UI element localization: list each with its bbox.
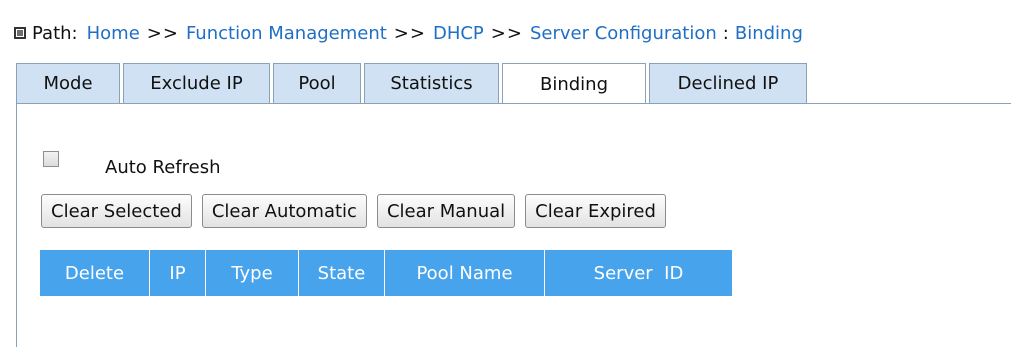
breadcrumb-dhcp[interactable]: DHCP	[433, 23, 484, 44]
dhcp-binding-page: Path: Home >> Function Management >> DHC…	[0, 0, 1011, 347]
binding-table-header: Delete IP Type State Pool Name Server ID	[40, 250, 732, 296]
tab-pool[interactable]: Pool	[273, 63, 361, 103]
column-header-type: Type	[206, 250, 299, 296]
path-label: Path:	[32, 22, 78, 44]
tab-exclude-ip[interactable]: Exclude IP	[123, 63, 270, 103]
breadcrumb-separator: >>	[146, 22, 179, 44]
breadcrumb: Path: Home >> Function Management >> DHC…	[14, 20, 803, 46]
auto-refresh-checkbox[interactable]	[43, 150, 59, 167]
column-header-server-id: Server ID	[593, 262, 684, 284]
content-frame-left-border	[16, 103, 17, 347]
breadcrumb-function-management[interactable]: Function Management	[186, 23, 387, 44]
tab-declined-ip[interactable]: Declined IP	[649, 63, 807, 103]
column-header-delete: Delete	[40, 250, 150, 296]
breadcrumb-home[interactable]: Home	[87, 23, 140, 44]
clear-manual-button[interactable]: Clear Manual	[376, 194, 516, 228]
clear-automatic-button[interactable]: Clear Automatic	[201, 194, 367, 228]
column-header-ip: IP	[150, 250, 206, 296]
tab-statistics[interactable]: Statistics	[364, 63, 499, 103]
breadcrumb-server-configuration[interactable]: Server Configuration	[530, 23, 717, 44]
action-buttons: Clear Selected Clear Automatic Clear Man…	[41, 194, 676, 228]
tab-binding[interactable]: Binding	[502, 63, 646, 104]
breadcrumb-colon: :	[722, 22, 729, 44]
clear-expired-button[interactable]: Clear Expired	[525, 194, 666, 228]
clear-selected-button[interactable]: Clear Selected	[41, 194, 192, 228]
tab-mode[interactable]: Mode	[16, 63, 120, 103]
tab-bar: Mode Exclude IP Pool Statistics Binding …	[16, 63, 810, 104]
column-header-state: State	[299, 250, 385, 296]
breadcrumb-separator: >>	[490, 22, 523, 44]
content-frame-top-border	[16, 103, 1011, 104]
column-header-pool-name: Pool Name	[385, 250, 545, 296]
path-square-icon	[14, 27, 26, 39]
breadcrumb-separator: >>	[393, 22, 426, 44]
auto-refresh-row: Auto Refresh	[43, 139, 221, 178]
breadcrumb-current-binding[interactable]: Binding	[735, 23, 803, 44]
auto-refresh-label: Auto Refresh	[105, 157, 221, 178]
